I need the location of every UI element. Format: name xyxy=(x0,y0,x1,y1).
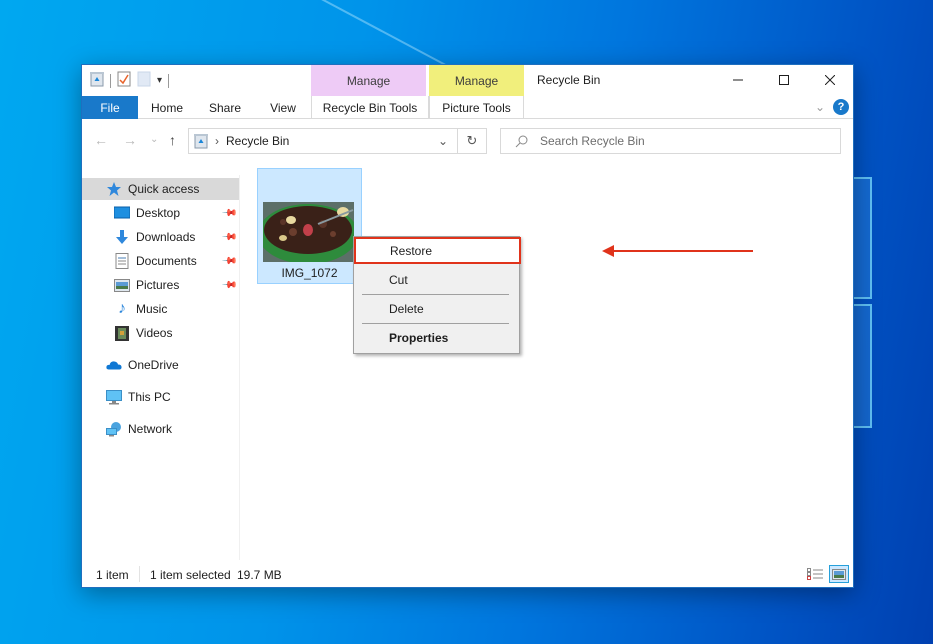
status-separator xyxy=(139,566,140,582)
forward-button[interactable]: → xyxy=(123,132,137,148)
address-bar[interactable]: › Recycle Bin ⌄ xyxy=(188,128,487,154)
selection-count: 1 item selected xyxy=(150,568,231,582)
tab-share[interactable]: Share xyxy=(200,96,250,119)
properties-checkmark-icon[interactable] xyxy=(117,71,131,90)
view-switcher xyxy=(805,565,849,583)
navigation-bar: ← → ⌄ ↑ › Recycle Bin ⌄ ↻ Search Recycle… xyxy=(82,120,853,160)
sidebar-item-label: Videos xyxy=(136,326,173,340)
pin-icon[interactable]: 📌 xyxy=(220,277,237,294)
new-folder-icon[interactable] xyxy=(137,71,151,90)
group-label: Manage xyxy=(346,73,391,88)
maximize-button[interactable] xyxy=(761,65,807,95)
image-thumbnail xyxy=(263,202,354,262)
pictures-icon xyxy=(114,277,130,293)
sidebar-item-videos[interactable]: Videos xyxy=(82,322,239,344)
documents-icon xyxy=(114,253,130,269)
music-icon: ♪ xyxy=(118,300,126,317)
sidebar-item-documents[interactable]: Documents 📌 xyxy=(82,250,239,272)
file-name: IMG_1072 xyxy=(281,266,338,280)
refresh-button[interactable]: ↻ xyxy=(457,128,487,154)
quick-access-toolbar: ▾ xyxy=(90,71,170,90)
sidebar-item-label: Documents xyxy=(136,254,197,268)
sidebar-item-network[interactable]: Network xyxy=(82,418,239,440)
menu-item-properties[interactable]: Properties xyxy=(356,326,517,350)
navigation-pane: Quick access Desktop 📌 Downloads 📌 Docum… xyxy=(82,175,240,560)
search-input[interactable]: Search Recycle Bin xyxy=(500,128,841,154)
sidebar-item-label: Music xyxy=(136,302,168,316)
sidebar-item-label: Quick access xyxy=(128,182,200,196)
search-placeholder: Search Recycle Bin xyxy=(540,134,645,148)
network-icon xyxy=(106,421,122,437)
sidebar-item-label: Desktop xyxy=(136,206,181,220)
context-menu: Restore Cut Delete Properties xyxy=(353,236,521,354)
sidebar-item-pictures[interactable]: Pictures 📌 xyxy=(82,274,239,296)
large-icons-view-button[interactable] xyxy=(829,565,849,583)
recycle-bin-location-icon xyxy=(194,133,208,149)
desktop-icon xyxy=(114,205,130,221)
expand-ribbon-icon[interactable]: ⌄ xyxy=(815,100,825,114)
videos-icon xyxy=(114,325,130,341)
manage-picture-group-header: Manage xyxy=(429,65,524,96)
recycle-bin-icon[interactable] xyxy=(90,71,104,90)
onedrive-icon xyxy=(106,357,122,373)
breadcrumb-separator[interactable]: › xyxy=(215,134,219,148)
details-view-button[interactable] xyxy=(805,565,825,583)
search-icon xyxy=(515,135,528,148)
pin-icon[interactable]: 📌 xyxy=(220,205,237,222)
item-count: 1 item xyxy=(96,568,129,582)
menu-separator xyxy=(362,323,509,324)
this-pc-icon xyxy=(106,389,122,405)
tab-file[interactable]: File xyxy=(82,96,138,119)
customize-dropdown-icon[interactable]: ▾ xyxy=(157,75,162,86)
menu-item-cut[interactable]: Cut xyxy=(356,268,517,292)
close-button[interactable] xyxy=(807,65,853,95)
minimize-button[interactable] xyxy=(715,65,761,95)
file-item-img-1072[interactable]: IMG_1072 xyxy=(257,168,362,284)
file-explorer-window: ▾ Manage Manage Recycle Bin File Home Sh… xyxy=(81,64,854,588)
caption-buttons xyxy=(715,65,853,95)
tab-picture-tools[interactable]: Picture Tools xyxy=(429,96,524,119)
status-bar: 1 item 1 item selected 19.7 MB xyxy=(82,563,853,587)
sidebar-item-onedrive[interactable]: OneDrive xyxy=(82,354,239,376)
tab-home[interactable]: Home xyxy=(142,96,192,119)
menu-separator xyxy=(362,294,509,295)
menu-item-restore[interactable]: Restore xyxy=(354,237,521,264)
annotation-arrow-line xyxy=(613,250,753,252)
back-button[interactable]: ← xyxy=(94,132,108,148)
sidebar-item-downloads[interactable]: Downloads 📌 xyxy=(82,226,239,248)
toolbar-separator xyxy=(110,73,111,88)
breadcrumb-recycle-bin[interactable]: Recycle Bin xyxy=(226,134,289,148)
ribbon-controls: ⌄ ? xyxy=(815,99,849,115)
group-label: Manage xyxy=(454,73,499,88)
help-icon[interactable]: ? xyxy=(833,99,849,115)
pin-icon[interactable]: 📌 xyxy=(220,229,237,246)
selection-size: 19.7 MB xyxy=(237,568,282,582)
sidebar-item-label: OneDrive xyxy=(128,358,179,372)
sidebar-item-label: Downloads xyxy=(136,230,196,244)
sidebar-item-label: This PC xyxy=(128,390,171,404)
sidebar-item-label: Network xyxy=(128,422,173,436)
downloads-icon xyxy=(114,229,130,245)
sidebar-item-desktop[interactable]: Desktop 📌 xyxy=(82,202,239,224)
pin-icon[interactable]: 📌 xyxy=(220,253,237,270)
star-icon xyxy=(106,181,122,197)
recent-locations-button[interactable]: ⌄ xyxy=(150,134,158,145)
tab-view[interactable]: View xyxy=(258,96,308,119)
tab-recycle-bin-tools[interactable]: Recycle Bin Tools xyxy=(311,96,429,119)
title-bar: ▾ Manage Manage Recycle Bin xyxy=(82,65,853,96)
sidebar-item-music[interactable]: ♪ Music xyxy=(82,298,239,320)
up-button[interactable]: ↑ xyxy=(169,132,176,148)
sidebar-item-quick-access[interactable]: Quick access xyxy=(82,178,239,200)
menu-item-delete[interactable]: Delete xyxy=(356,297,517,321)
sidebar-item-label: Pictures xyxy=(136,278,180,292)
toolbar-separator xyxy=(168,73,170,88)
sidebar-item-this-pc[interactable]: This PC xyxy=(82,386,239,408)
ribbon-tabs: File Home Share View Recycle Bin Tools P… xyxy=(82,96,853,119)
window-title: Recycle Bin xyxy=(537,73,601,87)
address-dropdown-icon[interactable]: ⌄ xyxy=(438,134,448,148)
manage-recycle-bin-group-header: Manage xyxy=(311,65,426,96)
